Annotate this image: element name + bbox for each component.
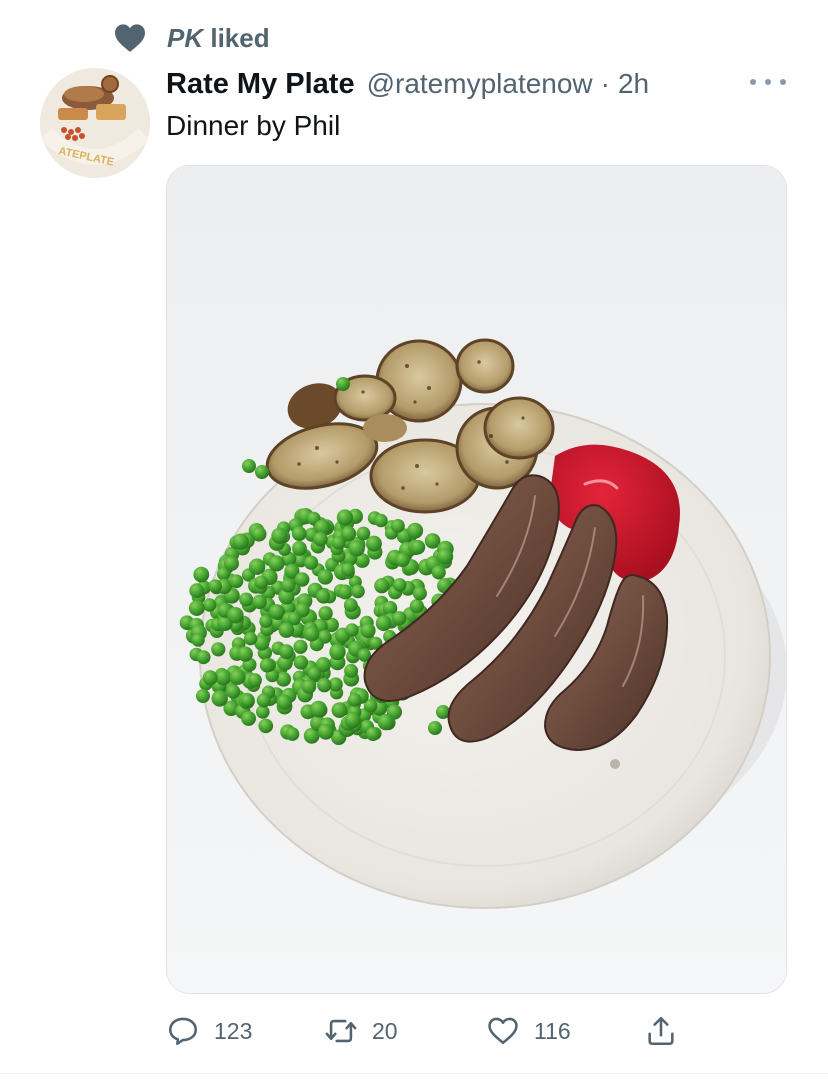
social-context-text: PK liked: [167, 23, 270, 54]
food-photo: [167, 166, 786, 993]
avatar-logo: ATEPLATE: [40, 68, 150, 178]
tweet-divider: [0, 1073, 828, 1074]
liker-name: PK: [167, 22, 204, 53]
reply-icon: [168, 1017, 198, 1046]
share-button[interactable]: [644, 1010, 678, 1052]
heart-icon: [115, 24, 145, 52]
user-handle[interactable]: @ratemyplatenow: [367, 68, 593, 100]
retweet-button[interactable]: 20: [324, 1010, 398, 1052]
tweet-header: Rate My Plate @ratemyplatenow · 2h: [166, 64, 649, 104]
like-count: 116: [534, 1017, 571, 1044]
tweet-text: Dinner by Phil: [166, 110, 341, 141]
like-button[interactable]: 116: [486, 1010, 571, 1052]
share-icon: [648, 1016, 674, 1046]
social-context[interactable]: PK liked: [113, 20, 270, 56]
reply-count: 123: [214, 1017, 253, 1044]
separator-dot: ·: [600, 68, 610, 99]
retweet-icon: [325, 1019, 357, 1043]
reply-button[interactable]: 123: [166, 1010, 252, 1052]
liked-label: liked: [210, 22, 270, 53]
timestamp[interactable]: 2h: [618, 68, 649, 100]
avatar[interactable]: ATEPLATE: [40, 68, 150, 178]
display-name[interactable]: Rate My Plate: [166, 68, 355, 101]
tweet-media[interactable]: [166, 165, 787, 994]
retweet-count: 20: [372, 1017, 398, 1044]
like-icon: [488, 1017, 518, 1045]
tweet-actions: 123 20 116: [166, 1010, 706, 1052]
more-options-icon[interactable]: [750, 70, 786, 94]
